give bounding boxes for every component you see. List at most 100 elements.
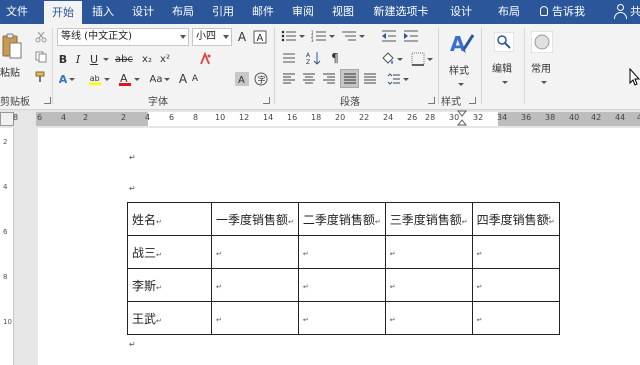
table-cell[interactable]: ↵: [471, 235, 560, 269]
tab-mailings[interactable]: 邮件: [246, 0, 280, 24]
tab-file[interactable]: 文件: [2, 0, 32, 24]
text-effects-a-icon[interactable]: A: [57, 71, 77, 87]
table-cell[interactable]: ↵: [297, 301, 386, 335]
table-header-cell[interactable]: 二季度销售额↵: [297, 202, 386, 236]
ruler-tick-label: 26: [407, 113, 418, 122]
ruler-text-area: [148, 112, 498, 126]
chinese-layout-icon[interactable]: [280, 49, 298, 67]
font-color-icon[interactable]: A: [118, 71, 140, 87]
sort-icon[interactable]: AZ: [304, 49, 324, 67]
tab-table-design[interactable]: 设计: [444, 0, 478, 24]
tab-layout[interactable]: 布局: [166, 0, 200, 24]
ruler-tick-label: 22: [359, 113, 370, 122]
subscript-icon[interactable]: x₂: [139, 51, 155, 67]
decrease-indent-icon[interactable]: [380, 28, 398, 44]
character-shading-icon[interactable]: A: [234, 70, 250, 88]
underline-icon[interactable]: U: [87, 51, 101, 67]
paragraph-launcher-icon[interactable]: [428, 97, 435, 104]
table-cell[interactable]: ↵: [297, 268, 386, 302]
enclose-characters-icon[interactable]: 字: [253, 70, 269, 88]
tab-selector[interactable]: [0, 112, 14, 126]
bold-icon[interactable]: B: [57, 51, 69, 67]
data-table[interactable]: 姓名↵ 一季度销售额↵ 二季度销售额↵ 三季度销售额↵ 四季度销售额↵ 战三↵ …: [127, 202, 560, 335]
distributed-icon[interactable]: [361, 70, 379, 88]
chevron-down-icon[interactable]: [539, 76, 547, 89]
styles-gallery-icon[interactable]: A: [444, 28, 478, 60]
tab-insert[interactable]: 插入: [86, 0, 120, 24]
align-center-icon[interactable]: [300, 70, 318, 88]
increase-indent-icon[interactable]: [402, 28, 420, 44]
line-spacing-icon[interactable]: [386, 70, 410, 88]
tab-table-layout[interactable]: 布局: [492, 0, 526, 24]
multilevel-list-icon[interactable]: [340, 28, 366, 44]
group-separator: [481, 28, 482, 104]
highlight-icon[interactable]: ab: [88, 71, 110, 87]
circle-icon: [531, 31, 553, 53]
tab-view[interactable]: 视图: [326, 0, 360, 24]
superscript-icon[interactable]: x²: [157, 51, 173, 67]
grow-font-icon[interactable]: A: [235, 28, 249, 46]
table-header-cell[interactable]: 三季度销售额↵: [384, 202, 473, 236]
paste-button[interactable]: [0, 28, 24, 66]
table-header-cell[interactable]: 一季度销售额↵: [211, 202, 299, 236]
user-icon[interactable]: [613, 4, 629, 20]
ruler-tick-label: 6: [3, 228, 8, 236]
table-cell[interactable]: ↵: [471, 301, 560, 335]
italic-icon[interactable]: I: [72, 51, 84, 67]
align-right-icon[interactable]: [320, 70, 338, 88]
table-cell[interactable]: ↵: [471, 268, 560, 302]
svg-text:A: A: [306, 52, 311, 59]
vertical-ruler[interactable]: 2 4 6 8 10: [0, 128, 14, 365]
shading-icon[interactable]: [380, 50, 404, 68]
bullets-icon[interactable]: [280, 28, 306, 44]
editing-button[interactable]: [492, 30, 516, 54]
ruler-tick-label: 2: [121, 113, 127, 122]
font-launcher-icon[interactable]: [263, 97, 270, 104]
horizontal-ruler[interactable]: 8 6 4 2 2 4 6 8 10 12 14 16 18 20 22 24 26 28 30 32 34 36 38 40…: [13, 110, 640, 126]
clipboard-launcher-icon[interactable]: [44, 97, 51, 104]
table-cell[interactable]: 战三↵: [127, 235, 212, 269]
numbering-icon[interactable]: 123: [310, 28, 336, 44]
text-effects-icon[interactable]: [196, 51, 214, 67]
common-button[interactable]: [530, 30, 554, 54]
styles-launcher-icon[interactable]: [469, 97, 476, 104]
cut-icon[interactable]: [34, 30, 48, 44]
copy-icon[interactable]: [34, 50, 48, 64]
share-button[interactable]: 共: [630, 0, 640, 24]
font-size-combo[interactable]: 小四: [192, 28, 232, 46]
show-hide-marks-icon[interactable]: ¶: [326, 49, 344, 67]
tab-design[interactable]: 设计: [126, 0, 160, 24]
borders-icon[interactable]: [410, 50, 434, 68]
table-cell[interactable]: ↵: [211, 235, 299, 269]
chevron-down-icon[interactable]: [102, 51, 109, 67]
shrink-font-icon[interactable]: A: [190, 71, 200, 87]
chevron-down-icon[interactable]: [456, 78, 464, 91]
tab-review[interactable]: 审阅: [286, 0, 320, 24]
table-cell[interactable]: ↵: [211, 301, 299, 335]
ruler-tick-label: 40: [569, 113, 580, 122]
tell-me-search[interactable]: 告诉我: [540, 0, 585, 24]
table-cell[interactable]: 李斯↵: [127, 268, 212, 302]
table-cell[interactable]: ↵: [384, 301, 473, 335]
chevron-down-icon[interactable]: [500, 76, 508, 89]
ruler-tick-label: 24: [383, 113, 394, 122]
tab-references[interactable]: 引用: [206, 0, 240, 24]
ruler-tick-label: 28: [425, 113, 436, 122]
tab-home[interactable]: 开始: [44, 1, 82, 24]
indent-marker-icon[interactable]: [456, 110, 468, 126]
table-cell[interactable]: ↵: [384, 235, 473, 269]
table-cell[interactable]: ↵: [211, 268, 299, 302]
font-name-combo[interactable]: 等线 (中文正文): [57, 28, 189, 46]
grow-font-a-icon[interactable]: A: [178, 71, 188, 87]
strikethrough-icon[interactable]: abc: [112, 51, 136, 67]
table-cell[interactable]: 王武↵: [127, 301, 212, 335]
format-painter-icon[interactable]: [34, 70, 48, 84]
justify-icon[interactable]: [340, 69, 359, 88]
table-header-cell[interactable]: 姓名↵: [127, 202, 212, 236]
table-cell[interactable]: ↵: [384, 268, 473, 302]
table-cell[interactable]: ↵: [297, 235, 386, 269]
clear-formatting-icon[interactable]: A: [252, 28, 268, 46]
align-left-icon[interactable]: [280, 70, 298, 88]
change-case-icon[interactable]: Aa: [146, 71, 174, 87]
tab-new-tab[interactable]: 新建选项卡: [366, 0, 436, 24]
